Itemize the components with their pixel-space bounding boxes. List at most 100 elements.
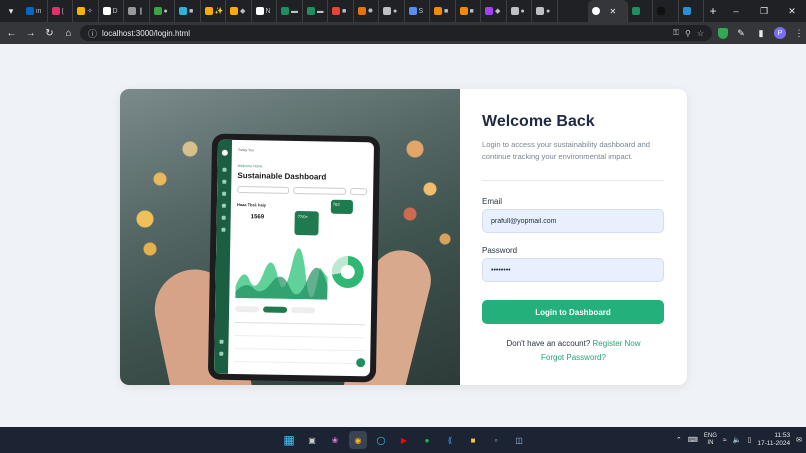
tab-title: ✹ [367, 8, 374, 15]
network-app-icon[interactable]: ◫ [510, 431, 528, 449]
page-body: Today Yes Welcome Home Sustainable Dashb… [0, 44, 806, 427]
chrome-icon[interactable]: ◉ [349, 431, 367, 449]
page-title: Welcome Back [482, 113, 595, 130]
close-window-icon[interactable]: ✕ [778, 0, 806, 22]
maximize-icon[interactable]: ❐ [750, 0, 778, 22]
youtube-icon[interactable]: ▶ [395, 431, 413, 449]
zoom-icon[interactable]: ⚲ [685, 29, 691, 38]
tab-extra[interactable] [628, 0, 653, 22]
language-indicator[interactable]: ENG IN [704, 433, 717, 447]
browser-tab[interactable]: ● [379, 0, 405, 22]
password-field[interactable] [482, 258, 664, 282]
browser-tab[interactable]: ■ [430, 0, 456, 22]
tablet-value: 1569 [250, 214, 265, 221]
volume-icon[interactable]: 🔈 [733, 436, 742, 444]
tablet-table [234, 321, 365, 371]
tab-title: ❙ [138, 8, 144, 15]
close-tab-icon[interactable]: ✕ [610, 7, 617, 16]
forgot-password-link[interactable]: Forgot Password? [460, 353, 687, 362]
browser-tab[interactable]: ❙ [124, 0, 150, 22]
minimize-icon[interactable]: – [722, 0, 750, 22]
browser-tab[interactable]: ● [532, 0, 558, 22]
tab-title: ■ [342, 7, 347, 15]
tab-title: ( [61, 7, 64, 15]
browser-tab[interactable]: ■ [175, 0, 201, 22]
browser-tab[interactable]: N [252, 0, 277, 22]
address-bar[interactable]: ⓘ localhost:3000/login.html ⚿ ⚲ ☆ [80, 25, 712, 41]
menu-kebab-icon[interactable]: ⋮ [792, 28, 806, 39]
notification-bell-icon[interactable]: ✉ [796, 436, 802, 444]
tab-extra[interactable] [679, 0, 704, 22]
password-label: Password [482, 246, 518, 255]
tab-extra[interactable] [653, 0, 679, 22]
tab-favicon [51, 7, 60, 15]
copilot-icon[interactable]: ❀ [326, 431, 344, 449]
login-button[interactable]: Login to Dashboard [482, 300, 664, 324]
keyboard-icon[interactable]: ⌨ [688, 436, 698, 444]
email-field[interactable] [482, 209, 664, 233]
browser-tab[interactable]: ◆ [481, 0, 507, 22]
browser-tab[interactable]: ▬ [277, 0, 303, 22]
browser-tab[interactable]: S [405, 0, 430, 22]
vpn-shield-icon[interactable] [718, 27, 728, 39]
browser-toolbar: ← → ↻ ⌂ ⓘ localhost:3000/login.html ⚿ ⚲ … [0, 22, 806, 44]
browser-tab[interactable]: ■ [328, 0, 354, 22]
spotify-icon[interactable]: ● [418, 431, 436, 449]
browser-tab[interactable]: in [22, 0, 48, 22]
tray-chevron-icon[interactable]: ⌃ [676, 436, 682, 444]
register-link[interactable]: Register Now [593, 339, 641, 348]
browser-tab[interactable]: D [99, 0, 124, 22]
profile-avatar[interactable]: P [774, 27, 786, 39]
clock[interactable]: 11:53 17-11-2024 [757, 432, 790, 448]
browser-tab-strip: ▾ in (✧ D ❙ ● ■ ✨ ◆ N ▬ ▬ ■ ✹ ● S ■ ■ ◆ ● ● ✕ + – ❐ ✕ [0, 0, 806, 22]
region-code: IN [707, 440, 714, 446]
battery-icon[interactable]: ▯ [747, 436, 751, 444]
browser-tab[interactable]: ▬ [303, 0, 328, 22]
tab-favicon [230, 7, 238, 15]
tablet-filter-row [237, 185, 368, 196]
browser-tab[interactable]: ● [507, 0, 532, 22]
browser-tab[interactable]: ✧ [73, 0, 99, 22]
wifi-icon[interactable]: ≈ [723, 437, 727, 444]
browser-tab[interactable]: ◆ [226, 0, 252, 22]
new-tab-button[interactable]: + [704, 0, 722, 22]
email-label: Email [482, 197, 503, 206]
password-key-icon[interactable]: ⚿ [673, 28, 679, 38]
forward-icon[interactable]: → [21, 22, 40, 44]
active-tab[interactable]: ✕ [587, 0, 628, 22]
tab-search-icon[interactable]: ▾ [0, 0, 22, 22]
tab-title: ◆ [495, 8, 501, 15]
login-card: Today Yes Welcome Home Sustainable Dashb… [120, 89, 687, 385]
home-icon[interactable]: ⌂ [59, 22, 78, 44]
browser-tab[interactable]: ● [150, 0, 175, 22]
notepad-icon[interactable]: ▫ [487, 431, 505, 449]
tab-list: in (✧ D ❙ ● ■ ✨ ◆ N ▬ ▬ ■ ✹ ● S ■ ■ ◆ ● ● [22, 0, 588, 22]
tab-favicon [657, 7, 665, 15]
tab-title: ◆ [240, 8, 246, 15]
tab-favicon [26, 7, 34, 15]
tablet-sidebar [213, 139, 233, 374]
browser-tab[interactable]: ✨ [201, 0, 226, 22]
bookmark-star-icon[interactable]: ☆ [697, 29, 704, 38]
cortana-icon[interactable]: ◯ [372, 431, 390, 449]
browser-tab[interactable]: ✹ [354, 0, 379, 22]
tab-title: ● [393, 7, 398, 15]
vscode-icon[interactable]: ⟪ [441, 431, 459, 449]
task-view-icon[interactable]: ▣ [303, 431, 321, 449]
tab-favicon [128, 7, 136, 15]
browser-tab[interactable]: ( [48, 0, 73, 22]
tab-title: ● [520, 7, 525, 15]
file-explorer-icon[interactable]: ■ [464, 431, 482, 449]
reload-icon[interactable]: ↻ [40, 22, 59, 44]
extensions-icon[interactable]: ✎ [734, 28, 748, 39]
sidebar-icon[interactable]: ▮ [754, 28, 768, 39]
tab-favicon [204, 7, 213, 15]
url-text[interactable]: localhost:3000/login.html [102, 29, 190, 38]
start-icon[interactable]: ▦ [280, 431, 298, 449]
back-icon[interactable]: ← [2, 22, 21, 44]
browser-tab[interactable]: ■ [456, 0, 481, 22]
site-info-icon[interactable]: ⓘ [88, 27, 102, 40]
active-tab-favicon [591, 7, 600, 15]
tab-title: ▬ [316, 7, 324, 15]
register-prompt: Don't have an account? Register Now [460, 339, 687, 348]
